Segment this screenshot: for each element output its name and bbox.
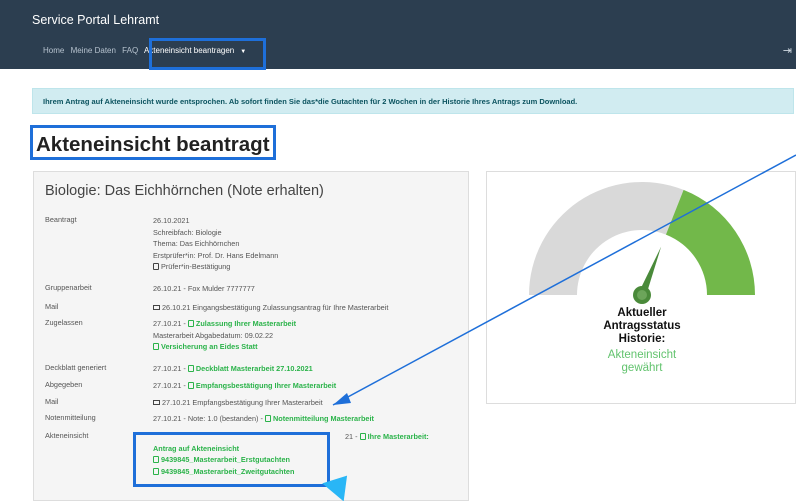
- row-value: 27.10.21 - Empfangsbestätigung Ihrer Mas…: [153, 380, 465, 392]
- document-icon: [153, 343, 159, 350]
- gauge-status: Akteneinsicht gewährt: [487, 349, 796, 375]
- row-label: Notenmitteilung: [45, 413, 96, 422]
- gauge-status-2: gewährt: [621, 362, 663, 374]
- beantragt-thema: Thema: Das Eichhörnchen: [153, 239, 240, 248]
- beantragt-fach: Schreibfach: Biologie: [153, 227, 222, 237]
- row-value: 27.10.21 Empfangsbestätigung Ihrer Maste…: [153, 397, 465, 409]
- mail-icon: [153, 400, 160, 405]
- mail-icon: [153, 305, 160, 310]
- logout-icon[interactable]: ⇥: [783, 44, 792, 57]
- document-icon: [187, 382, 194, 389]
- deckblatt-label: Deckblatt Masterarbeit 27.10.2021: [195, 364, 313, 373]
- row-label: Abgegeben: [45, 380, 83, 389]
- mail-1-text: 26.10.21 Eingangsbestätigung Zulassungsa…: [162, 303, 389, 312]
- ihre-masterarbeit-link[interactable]: Ihre Masterarbeit:: [359, 432, 429, 441]
- row-label: Beantragt: [45, 215, 77, 224]
- nav-item-meine-daten[interactable]: Meine Daten: [71, 46, 116, 55]
- deckblatt-prefix: 27.10.21 -: [153, 364, 188, 373]
- versicherung-link[interactable]: Versicherung an Eides Statt: [153, 341, 465, 353]
- notenmitteilung-label: Notenmitteilung Masterarbeit: [272, 414, 374, 423]
- zulassung-link[interactable]: Zulassung Ihrer Masterarbeit: [187, 319, 297, 328]
- abgabedatum: Masterarbeit Abgabedatum: 09.02.22: [153, 330, 274, 340]
- row-label: Mail: [45, 397, 59, 406]
- row-label: Deckblatt generiert: [45, 363, 107, 372]
- gauge-track: [529, 182, 684, 295]
- row-value: 26.10.21 - Fox Mulder 7777777: [153, 284, 255, 293]
- app-title[interactable]: Service Portal Lehramt: [32, 13, 159, 27]
- notenmitteilung-link[interactable]: Notenmitteilung Masterarbeit: [264, 414, 374, 423]
- page-title: Akteneinsicht beantragt: [30, 125, 276, 160]
- row-label: Akteneinsicht: [45, 431, 89, 440]
- top-navbar: Service Portal Lehramt Home Meine Daten …: [0, 0, 796, 70]
- row-value: 27.10.21 - Note: 1.0 (bestanden) - Noten…: [153, 413, 465, 425]
- nav-item-home[interactable]: Home: [43, 46, 64, 55]
- gauge-fill: [665, 189, 755, 295]
- card-title: Biologie: Das Eichhörnchen (Note erhalte…: [45, 183, 324, 199]
- gauge-hub-inner: [637, 290, 647, 300]
- gauge-label: Aktueller Antragsstatus Historie:: [487, 307, 796, 346]
- nav-item-faq[interactable]: FAQ: [122, 46, 138, 55]
- row-value: 26.10.21 Eingangsbestätigung Zulassungsa…: [153, 302, 465, 314]
- row-value: 26.10.2021 Schreibfach: Biologie Thema: …: [153, 215, 465, 273]
- beantragt-date: 26.10.2021: [153, 216, 190, 225]
- abgegeben-prefix: 27.10.21 -: [153, 381, 188, 390]
- row-value: 27.10.21 - Deckblatt Masterarbeit 27.10.…: [153, 363, 465, 375]
- pruefer-bestaetigung-link[interactable]: Prüfer*in-Bestätigung: [153, 261, 465, 273]
- deckblatt-link[interactable]: Deckblatt Masterarbeit 27.10.2021: [187, 364, 313, 373]
- gauge-line-1: Aktueller: [617, 307, 667, 319]
- akte-prefix: 21 -: [345, 432, 360, 441]
- gauge-line-3: Historie:: [618, 333, 666, 345]
- row-label: Gruppenarbeit: [45, 283, 92, 292]
- document-icon: [264, 415, 271, 422]
- info-alert: Ihrem Antrag auf Akteneinsicht wurde ent…: [32, 88, 794, 114]
- beantragt-pruefer: Erstprüfer*in: Prof. Dr. Hans Edelmann: [153, 250, 279, 260]
- mail-2-text: 27.10.21 Empfangsbestätigung Ihrer Maste…: [162, 398, 323, 407]
- noten-prefix: 27.10.21 - Note: 1.0 (bestanden) -: [153, 414, 265, 423]
- row-label: Mail: [45, 302, 59, 311]
- empfangsbestaetigung-link[interactable]: Empfangsbestätigung Ihrer Masterarbeit: [187, 381, 337, 390]
- gauge-status-1: Akteneinsicht: [607, 349, 677, 361]
- empfangsbestaetigung-label: Empfangsbestätigung Ihrer Masterarbeit: [195, 381, 337, 390]
- document-icon: [153, 263, 159, 270]
- gauge-line-2: Antragsstatus: [603, 320, 681, 332]
- status-gauge-card: Aktueller Antragsstatus Historie: Aktene…: [486, 171, 796, 404]
- versicherung-label: Versicherung an Eides Statt: [161, 342, 258, 351]
- document-icon: [359, 433, 366, 440]
- zugelassen-prefix: 27.10.21 -: [153, 319, 188, 328]
- row-label: Zugelassen: [45, 318, 83, 327]
- pruefer-bestaetigung-label: Prüfer*in-Bestätigung: [161, 262, 231, 271]
- zulassung-label: Zulassung Ihrer Masterarbeit: [195, 319, 297, 328]
- document-icon: [187, 365, 194, 372]
- row-value: 27.10.21 - Zulassung Ihrer Masterarbeit …: [153, 318, 465, 353]
- zugelassen-line: 27.10.21 - Zulassung Ihrer Masterarbeit: [153, 318, 465, 330]
- highlight-box-nav: [149, 38, 266, 70]
- ihre-masterarbeit-label: Ihre Masterarbeit:: [367, 432, 429, 441]
- document-icon: [187, 320, 194, 327]
- highlight-box-downloads: [133, 432, 330, 487]
